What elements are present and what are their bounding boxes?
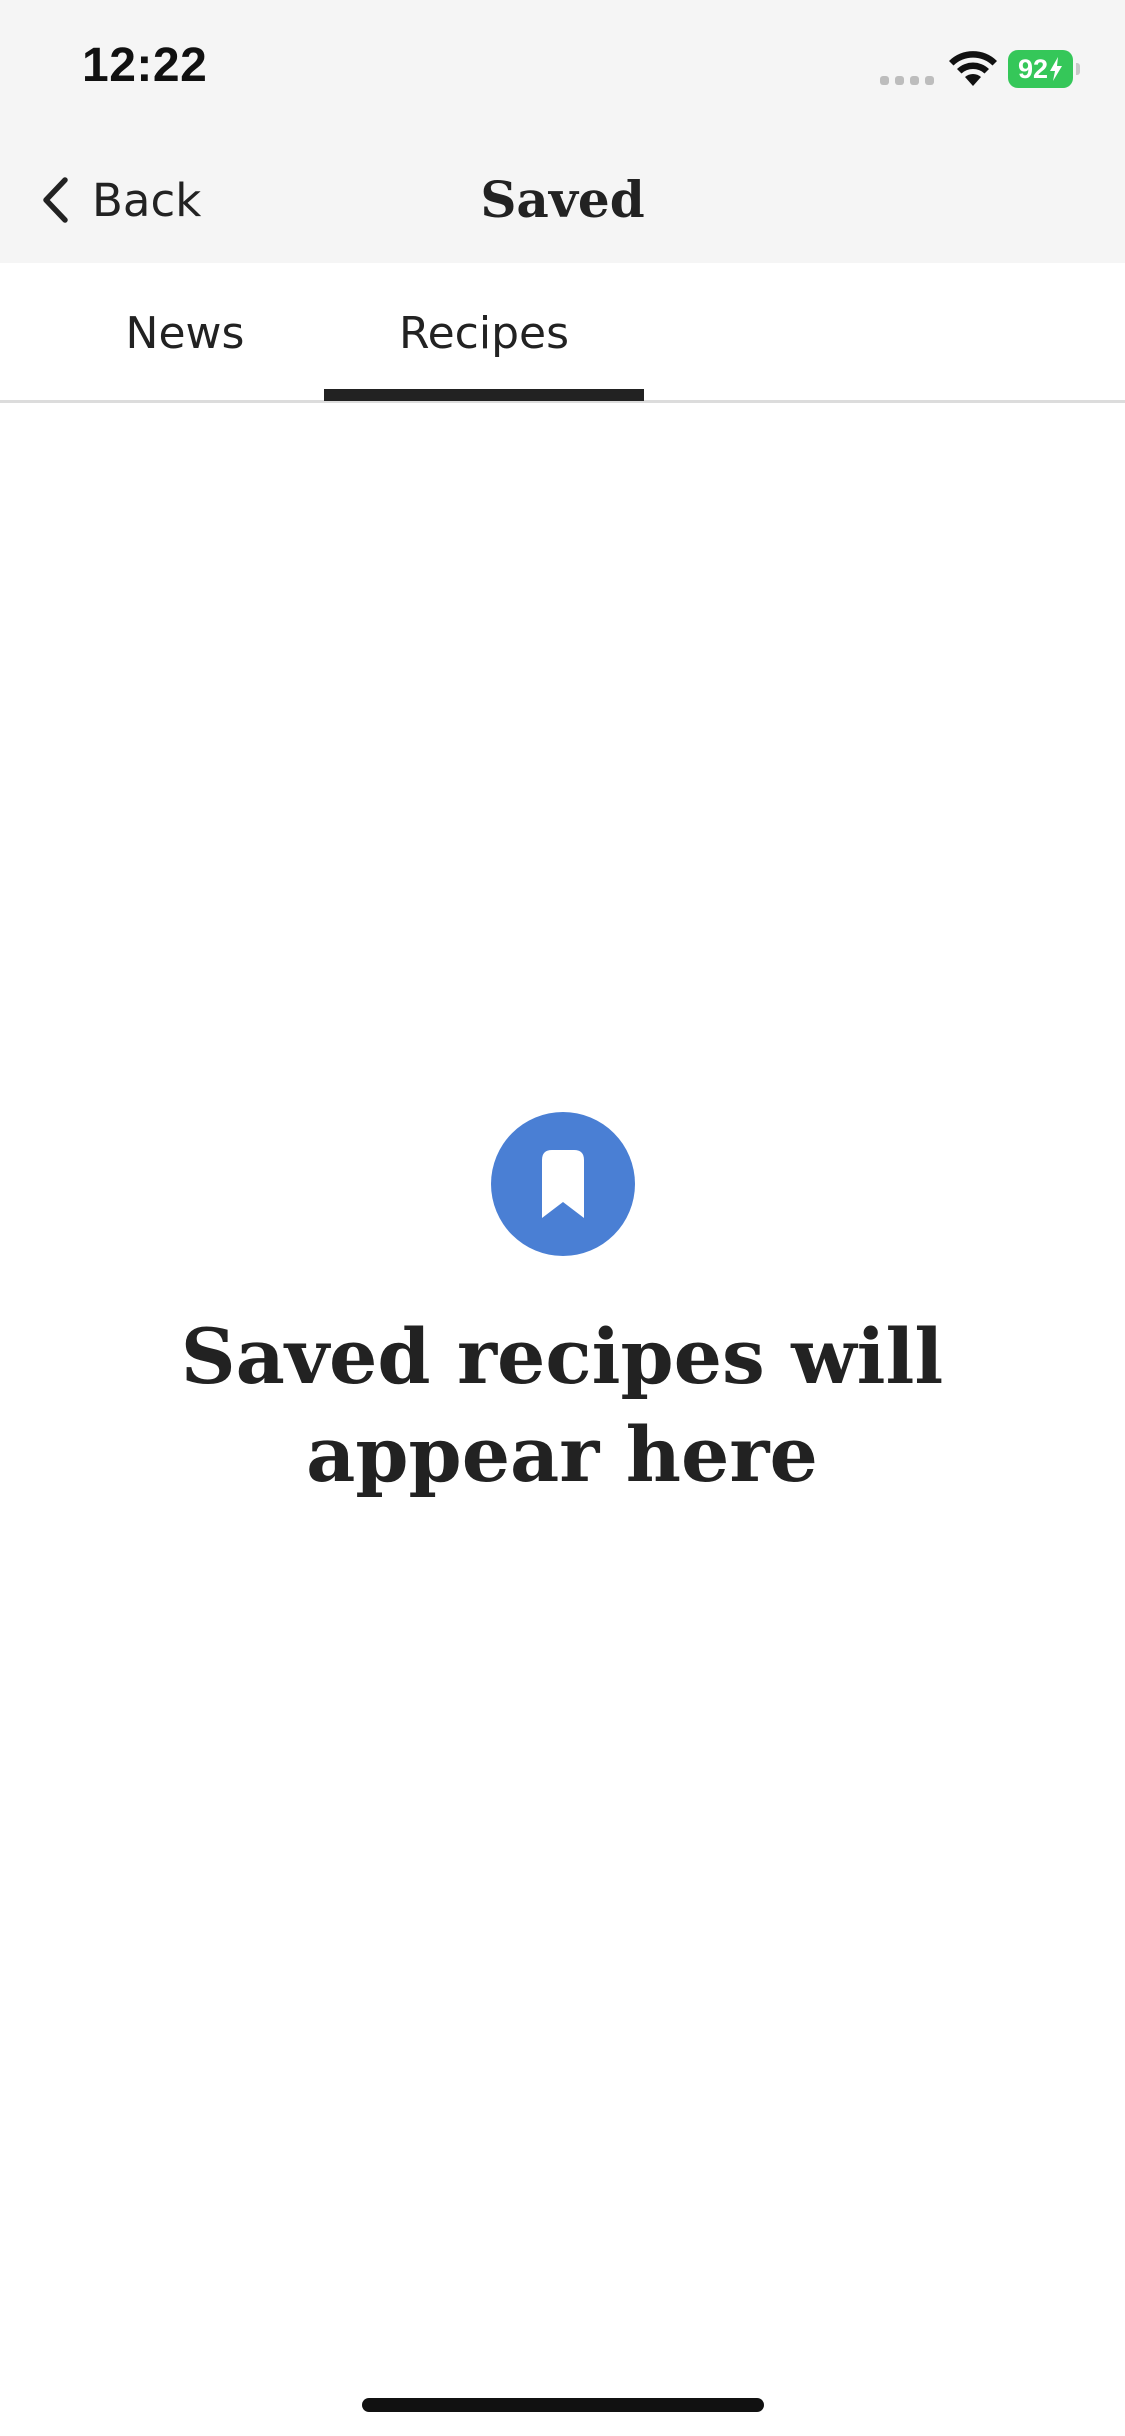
selected-tab-indicator	[324, 389, 644, 401]
home-indicator[interactable]	[362, 2398, 764, 2412]
battery-icon: 92	[1008, 50, 1080, 88]
back-label: Back	[92, 173, 202, 227]
bookmark-glyph	[542, 1150, 584, 1218]
empty-state-line-2: appear here	[306, 1410, 818, 1499]
wifi-icon	[949, 51, 997, 86]
charging-bolt-icon	[1050, 57, 1063, 81]
chevron-left-icon	[43, 177, 68, 223]
tab-recipes[interactable]: Recipes	[324, 263, 644, 403]
status-time: 12:22	[82, 39, 208, 92]
back-button[interactable]: Back	[40, 164, 201, 236]
empty-state-line-1: Saved recipes will	[180, 1312, 944, 1401]
cellular-signal-icon	[880, 76, 934, 85]
tab-bar: News Recipes	[0, 263, 1125, 403]
empty-state-message: Saved recipes will appear here	[112, 1308, 1012, 1504]
battery-body: 92	[1008, 50, 1073, 88]
tab-news[interactable]: News	[40, 263, 330, 403]
bookmark-icon	[491, 1112, 635, 1256]
top-bar: 12:22 92 Back Saved	[0, 0, 1125, 263]
battery-cap	[1076, 63, 1080, 75]
battery-level: 92	[1017, 53, 1049, 84]
